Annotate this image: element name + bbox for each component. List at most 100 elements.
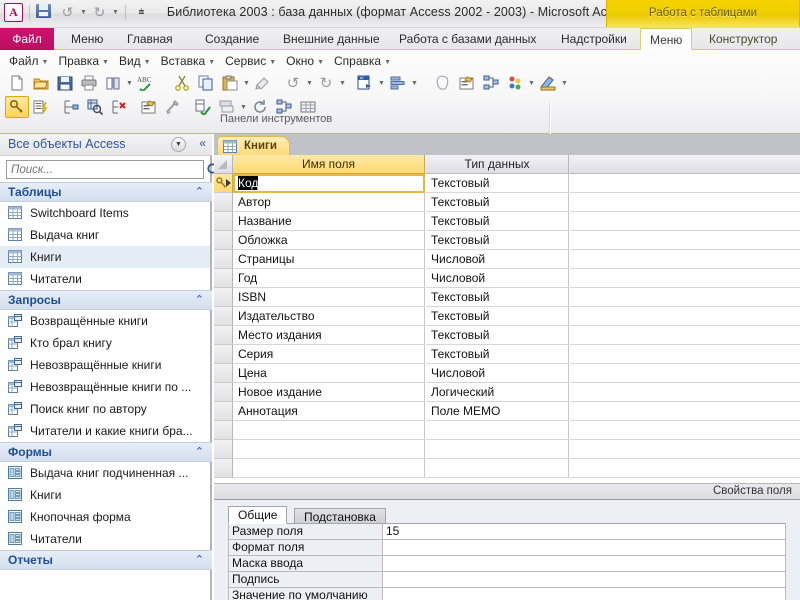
table-row[interactable]: Название Текстовый bbox=[214, 212, 800, 231]
table-row[interactable]: Обложка Текстовый bbox=[214, 231, 800, 250]
row-selector[interactable] bbox=[214, 421, 233, 440]
analyze-dropdown-icon[interactable]: ▼ bbox=[410, 80, 419, 87]
tab-menu-contextual[interactable]: Меню bbox=[640, 28, 693, 50]
relationships-icon[interactable] bbox=[479, 72, 503, 94]
table-row[interactable]: Год Числовой bbox=[214, 269, 800, 288]
format-painter-icon[interactable] bbox=[251, 72, 275, 94]
delete-rows-icon[interactable] bbox=[107, 96, 131, 118]
cell-description[interactable] bbox=[570, 459, 800, 478]
print-preview-icon[interactable] bbox=[101, 72, 125, 94]
table-row[interactable]: Серия Текстовый bbox=[214, 345, 800, 364]
property-value[interactable] bbox=[383, 540, 786, 556]
row-selector[interactable] bbox=[214, 383, 233, 402]
tab-menu[interactable]: Меню bbox=[62, 28, 112, 50]
cell-field-name[interactable]: Автор bbox=[233, 193, 425, 212]
property-value[interactable]: 15 bbox=[383, 524, 786, 540]
spelling-icon[interactable]: ABC bbox=[134, 72, 158, 94]
cell-description[interactable] bbox=[570, 307, 800, 326]
test-validation-icon[interactable] bbox=[191, 96, 215, 118]
properties-icon[interactable] bbox=[455, 72, 479, 94]
nav-item-poisk-knig-po-avtoru[interactable]: Поиск книг по автору bbox=[0, 398, 210, 420]
table-row[interactable] bbox=[214, 440, 800, 459]
tab-addins[interactable]: Надстройки bbox=[552, 28, 636, 50]
row-selector[interactable] bbox=[214, 212, 233, 231]
document-tab-knigi[interactable]: Книги bbox=[217, 136, 290, 155]
cell-data-type[interactable] bbox=[426, 421, 569, 440]
table-row[interactable] bbox=[214, 421, 800, 440]
office-links-icon[interactable]: W bbox=[353, 72, 377, 94]
nav-item-vydacha-knig[interactable]: Выдача книг bbox=[0, 224, 210, 246]
row-selector[interactable] bbox=[214, 307, 233, 326]
chevron-up-icon[interactable]: ⌃ bbox=[195, 185, 204, 198]
nav-item-kto-bral-knigu[interactable]: Кто брал книгу bbox=[0, 332, 210, 354]
cell-data-type[interactable]: Текстовый bbox=[426, 307, 569, 326]
copy-icon[interactable] bbox=[194, 72, 218, 94]
table-row[interactable]: Страницы Числовой bbox=[214, 250, 800, 269]
nav-group-tables[interactable]: Таблицы ⌃ bbox=[0, 182, 212, 202]
cell-field-name[interactable]: Цена bbox=[233, 364, 425, 383]
table-row[interactable]: Цена Числовой bbox=[214, 364, 800, 383]
cell-description[interactable] bbox=[570, 402, 800, 421]
row-selector[interactable] bbox=[214, 174, 233, 193]
nav-item-vozvrashchennye-knigi[interactable]: Возвращённые книги bbox=[0, 310, 210, 332]
table-row[interactable]: Место издания Текстовый bbox=[214, 326, 800, 345]
insert-rows-icon[interactable] bbox=[59, 96, 83, 118]
tab-create[interactable]: Создание bbox=[196, 28, 268, 50]
row-selector[interactable] bbox=[214, 269, 233, 288]
cut-icon[interactable] bbox=[170, 72, 194, 94]
tab-design[interactable]: Конструктор bbox=[700, 28, 786, 50]
new-object-dropdown-icon[interactable]: ▼ bbox=[527, 80, 536, 87]
cell-description[interactable] bbox=[570, 174, 800, 193]
property-value[interactable] bbox=[383, 588, 786, 600]
tab-home[interactable]: Главная bbox=[118, 28, 182, 50]
cell-data-type[interactable]: Числовой bbox=[426, 269, 569, 288]
chevron-up-icon[interactable]: ⌃ bbox=[195, 445, 204, 458]
nav-item-switchboard-items[interactable]: Switchboard Items bbox=[0, 202, 210, 224]
table-row[interactable]: Аннотация Поле MEMO bbox=[214, 402, 800, 421]
cell-description[interactable] bbox=[570, 269, 800, 288]
redo-icon[interactable]: ↻ bbox=[314, 72, 338, 94]
cell-data-type[interactable]: Текстовый bbox=[426, 288, 569, 307]
nav-group-forms[interactable]: Формы ⌃ bbox=[0, 442, 212, 462]
cell-data-type[interactable]: Текстовый bbox=[426, 231, 569, 250]
chevron-up-icon[interactable]: ⌃ bbox=[195, 293, 204, 306]
cell-field-name[interactable]: Место издания bbox=[233, 326, 425, 345]
cell-field-name[interactable] bbox=[233, 440, 425, 459]
cell-field-name[interactable] bbox=[233, 459, 425, 478]
property-value[interactable] bbox=[383, 556, 786, 572]
cell-field-name[interactable]: Страницы bbox=[233, 250, 425, 269]
tab-file[interactable]: Файл bbox=[0, 28, 54, 50]
undo-icon[interactable]: ↺ bbox=[281, 72, 305, 94]
cell-data-type[interactable]: Логический bbox=[426, 383, 569, 402]
cell-data-type[interactable]: Текстовый bbox=[426, 174, 569, 193]
menu-file[interactable]: Файл ▼ bbox=[4, 52, 53, 70]
cell-description[interactable] bbox=[570, 364, 800, 383]
undo-dropdown-icon[interactable]: ▼ bbox=[305, 80, 314, 87]
nav-item-chitateli-i-kakie-knigi[interactable]: Читатели и какие книги бра... bbox=[0, 420, 210, 442]
build-dropdown-icon[interactable]: ▼ bbox=[560, 80, 569, 87]
nav-item-knopochnaya-forma[interactable]: Кнопочная форма bbox=[0, 506, 210, 528]
chevron-down-icon[interactable]: ▼ bbox=[171, 137, 186, 152]
cell-field-name[interactable]: Обложка bbox=[233, 231, 425, 250]
nav-item-knigi-table[interactable]: Книги bbox=[0, 246, 210, 268]
cell-description[interactable] bbox=[570, 231, 800, 250]
column-header-data-type[interactable]: Тип данных bbox=[426, 155, 569, 174]
table-row[interactable]: Издательство Текстовый bbox=[214, 307, 800, 326]
paste-dropdown-icon[interactable]: ▼ bbox=[242, 80, 251, 87]
nav-group-queries[interactable]: Запросы ⌃ bbox=[0, 290, 212, 310]
row-selector[interactable] bbox=[214, 402, 233, 421]
lookup-wizard-icon[interactable] bbox=[83, 96, 107, 118]
nav-item-vydacha-knig-podchinennaya[interactable]: Выдача книг подчиненная ... bbox=[0, 462, 210, 484]
cell-field-name[interactable]: Код bbox=[233, 174, 425, 193]
datasheet-view-dropdown-icon[interactable]: ▼ bbox=[239, 104, 248, 111]
cell-description[interactable] bbox=[570, 250, 800, 269]
office-links-dropdown-icon[interactable]: ▼ bbox=[377, 80, 386, 87]
new-icon[interactable] bbox=[5, 72, 29, 94]
save-icon[interactable] bbox=[53, 72, 77, 94]
cell-description[interactable] bbox=[570, 288, 800, 307]
analyze-icon[interactable] bbox=[386, 72, 410, 94]
menu-tools[interactable]: Сервис ▼ bbox=[220, 52, 281, 70]
table-row[interactable] bbox=[214, 459, 800, 478]
row-selector[interactable] bbox=[214, 345, 233, 364]
primary-key-icon[interactable] bbox=[5, 96, 29, 118]
